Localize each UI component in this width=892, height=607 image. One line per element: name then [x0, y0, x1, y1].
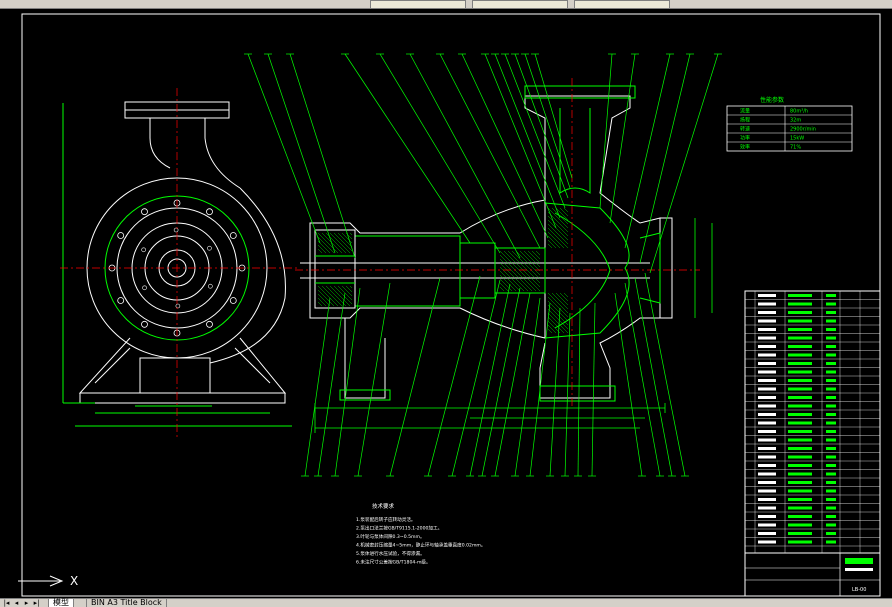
dimension-lines: [314, 218, 713, 433]
drawing-number: LB-00: [852, 587, 866, 593]
tech-requirement-line: 3.叶轮与泵体间隙0.3~0.5mm。: [356, 533, 425, 540]
prev-tab-icon[interactable]: ◂: [12, 599, 21, 607]
svg-text:X: X: [70, 574, 78, 588]
perf-label: 功率: [740, 135, 750, 142]
section-view: [300, 85, 673, 402]
tech-requirement-line: 4.机械密封压缩量4~5mm，静止环与轴承盖垂直度0.02mm。: [356, 542, 486, 549]
tab-model[interactable]: 模型: [48, 599, 74, 607]
drawing-canvas[interactable]: 性能参数 流量 80m³/h 扬程 32m 转速 2900r/min 功率 15kW 效率 71%…: [0, 8, 892, 600]
performance-table: 性能参数 流量 80m³/h 扬程 32m 转速 2900r/min 功率 15kW 效率 71%: [726, 96, 853, 152]
perf-value: 71%: [790, 145, 801, 151]
next-tab-icon[interactable]: ▸: [22, 599, 31, 607]
perf-label: 流量: [740, 108, 750, 115]
tech-requirements-title: 技术要求: [372, 502, 395, 510]
tech-requirement-line: 2.泵出口法兰按GB/T9115.1-2000加工。: [356, 525, 442, 532]
tech-requirement-line: 1.泵装配后转子应转动灵活。: [356, 516, 416, 523]
perf-value: 15kW: [790, 136, 804, 142]
perf-label: 效率: [740, 144, 750, 151]
layout-tabs: |◂ ◂ ▸ ▸| 模型 BIN A3 Title Block: [0, 598, 892, 607]
last-tab-icon[interactable]: ▸|: [32, 599, 41, 607]
perf-label: 扬程: [740, 117, 750, 124]
title-block: LB-00: [744, 552, 881, 597]
tab-layout[interactable]: BIN A3 Title Block: [86, 599, 167, 607]
tech-requirements: 技术要求 1.泵装配后转子应转动灵活。 2.泵出口法兰按GB/T9115.1-20…: [356, 502, 486, 566]
ucs-icon: X: [18, 574, 78, 588]
perf-value: 32m: [790, 118, 801, 124]
parts-list: [744, 290, 881, 554]
end-view: [62, 101, 292, 427]
perf-value: 2900r/min: [790, 127, 816, 133]
perf-value: 80m³/h: [790, 109, 808, 115]
perf-title: 性能参数: [760, 96, 784, 104]
tech-requirement-line: 5.泵体进行水压试验，不得渗漏。: [356, 550, 425, 557]
perf-label: 转速: [740, 126, 750, 133]
first-tab-icon[interactable]: |◂: [2, 599, 11, 607]
part-leaders: [244, 53, 722, 477]
tech-requirement-line: 6.未注尺寸公差按GB/T1804-m级。: [356, 559, 431, 566]
